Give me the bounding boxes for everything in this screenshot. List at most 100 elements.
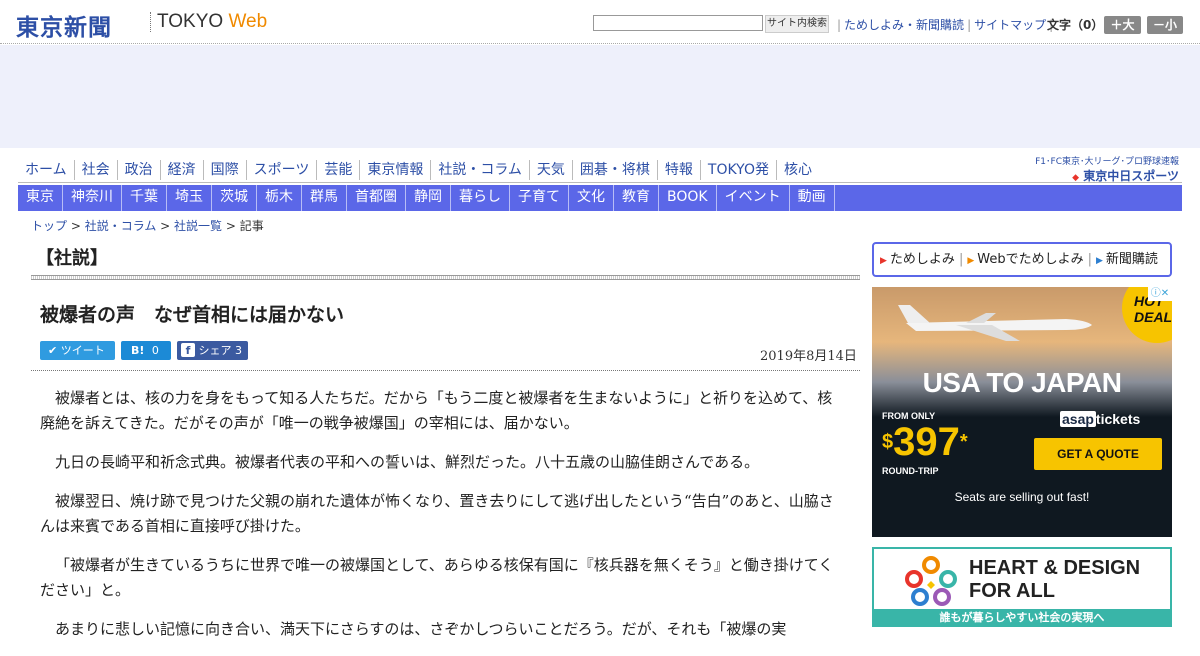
article-paragraph: 被爆翌日、焼け跡で見つけた父親の崩れた遺体が怖くなり、置き去りにして逃げ出したと… — [40, 492, 834, 535]
regional-nav-item[interactable]: 神奈川 — [63, 185, 122, 211]
headline-divider — [31, 370, 860, 371]
primary-nav-item[interactable]: ホーム — [18, 160, 74, 180]
divider: | — [967, 18, 972, 32]
section-title: 【社説】 — [36, 248, 108, 269]
regional-nav: 東京 神奈川 千葉 埼玉 茨城 栃木 群馬 首都圏 静岡 暮らし 子育て 文化 教育 BOOK イベント 動画 — [18, 185, 1182, 211]
ad-close-icon[interactable]: ⓘ✕ — [1148, 287, 1172, 301]
sitemap-link[interactable]: サイトマップ — [974, 18, 1046, 32]
chunichi-name: ◆ 東京中日スポーツ — [1027, 167, 1179, 184]
ad-headline: USA TO JAPAN — [922, 367, 1122, 398]
divider: | — [837, 18, 842, 32]
regional-nav-item[interactable]: 茨城 — [212, 185, 257, 211]
regional-nav-item[interactable]: 千葉 — [122, 185, 167, 211]
heart-design-line1: HEART & DESIGN — [969, 557, 1141, 579]
chunichi-mark-icon: ◆ — [1072, 173, 1080, 183]
ad-round-trip: ROUND-TRIP — [882, 466, 939, 476]
web-trial-read-link[interactable]: Webでためしよみ — [977, 252, 1083, 267]
breadcrumb-separator: > — [67, 219, 85, 233]
breadcrumb-editorial-list[interactable]: 社説一覧 — [174, 219, 222, 233]
facebook-f-icon: f — [181, 343, 195, 357]
site-logo[interactable]: 東京新聞 — [16, 8, 112, 42]
ad-footnote: Seats are selling out fast! — [954, 490, 1090, 504]
primary-nav-item[interactable]: 経済 — [159, 160, 203, 180]
font-smaller-button[interactable]: －小 — [1147, 16, 1183, 34]
subscribe-link[interactable]: 新聞購読 — [1106, 252, 1158, 267]
chunichi-sports-link[interactable]: F1･FC東京･大リーグ･プロ野球速報 ◆ 東京中日スポーツ — [1027, 154, 1179, 184]
heart-design-logo-icon — [905, 556, 957, 606]
primary-nav-item[interactable]: 囲碁・将棋 — [571, 160, 657, 180]
travel-ad[interactable]: HOT DEAL ⓘ✕ USA TO JAPAN FROM ONLY $397*… — [872, 287, 1172, 537]
logo-tokyo-text: TOKYO — [157, 11, 229, 32]
primary-nav-item[interactable]: 核心 — [775, 160, 819, 180]
tokyo-web-logo[interactable]: TOKYO Web — [157, 11, 267, 33]
primary-nav-item[interactable]: TOKYO発 — [699, 160, 776, 180]
ad-currency: $ — [882, 431, 894, 453]
breadcrumb-column[interactable]: 社説・コラム — [85, 219, 157, 233]
tweet-button[interactable]: ✔ ツイート — [40, 341, 115, 360]
primary-nav-item[interactable]: 政治 — [116, 160, 160, 180]
regional-nav-item[interactable]: 教育 — [614, 185, 659, 211]
article-paragraph: 被爆者とは、核の力を身をもって知る人たちだ。だから「もう二度と被爆者を生まないよ… — [40, 389, 833, 432]
trial-subscribe-link[interactable]: ためしよみ・新聞購読 — [844, 18, 964, 32]
twitter-bird-icon: ✔ — [48, 344, 58, 357]
airplane-icon — [898, 305, 1092, 341]
regional-nav-item[interactable]: 動画 — [790, 185, 835, 211]
ad-price: $397* — [882, 421, 968, 463]
heart-design-line2: FOR ALL — [969, 580, 1055, 602]
trial-read-link[interactable]: ためしよみ — [890, 252, 955, 267]
hatena-b-icon: B! — [131, 344, 145, 357]
header-links: | ためしよみ・新聞購読 | サイトマップ | — [834, 16, 1056, 33]
triangle-right-icon: ▶ — [1095, 256, 1103, 266]
regional-nav-item[interactable]: 埼玉 — [167, 185, 212, 211]
logo-divider — [150, 12, 151, 32]
regional-nav-item[interactable]: 子育て — [510, 185, 569, 211]
subscription-links: ▶ ためしよみ | ▶ Webでためしよみ | ▶ 新聞購読 — [872, 242, 1172, 277]
regional-nav-item[interactable]: 栃木 — [257, 185, 302, 211]
regional-nav-item[interactable]: イベント — [717, 185, 790, 211]
article-body: 被爆者とは、核の力を身をもって知る人たちだ。だから「もう二度と被爆者を生まないよ… — [40, 386, 845, 656]
heart-design-title: HEART & DESIGN FOR ALL — [969, 557, 1140, 603]
primary-nav-item[interactable]: スポーツ — [245, 160, 317, 180]
hatena-count: 0 — [151, 344, 159, 357]
primary-nav-item[interactable]: 特報 — [656, 160, 700, 180]
article-date: 2019年8月14日 — [760, 349, 857, 364]
regional-nav-item[interactable]: 暮らし — [451, 185, 510, 211]
heart-design-tagline: 誰もが暮らしやすい社会の実現へ — [874, 609, 1170, 625]
ad-asterisk: * — [959, 431, 968, 453]
heart-design-ad[interactable]: HEART & DESIGN FOR ALL 誰もが暮らしやすい社会の実現へ — [872, 547, 1172, 627]
ad-banner-area — [0, 45, 1200, 148]
breadcrumb: トップ > 社説・コラム > 社説一覧 > 記事 — [31, 217, 264, 234]
get-quote-button[interactable]: GET A QUOTE — [1034, 438, 1162, 470]
site-search-button[interactable]: サイト内検索 — [765, 15, 829, 33]
facebook-share-count: 3 — [235, 344, 242, 357]
divider: | — [958, 252, 964, 267]
primary-nav-item[interactable]: 社会 — [73, 160, 117, 180]
regional-nav-item[interactable]: 首都圏 — [347, 185, 406, 211]
site-header: 東京新聞 TOKYO Web サイト内検索 | ためしよみ・新聞購読 | サイトマップ… — [0, 0, 1200, 44]
article-paragraph: 九日の長崎平和祈念式典。被爆者代表の平和への誓いは、鮮烈だった。八十五歳の山脇佳… — [55, 453, 760, 471]
facebook-share-label: シェア — [198, 344, 232, 357]
primary-nav: ホーム 社会 政治 経済 国際 スポーツ 芸能 東京情報 社説・コラム 天気 囲碁・将棋 特報 TOKY… — [18, 160, 819, 182]
primary-nav-item[interactable]: 社説・コラム — [430, 160, 529, 180]
breadcrumb-top[interactable]: トップ — [31, 219, 67, 233]
primary-nav-item[interactable]: 東京情報 — [359, 160, 430, 180]
nav-divider — [18, 182, 1182, 183]
article-paragraph: 「被爆者が生きているうちに世界で唯一の被爆国として、あらゆる核保有国に『核兵器を… — [40, 556, 834, 599]
regional-nav-item[interactable]: 文化 — [569, 185, 614, 211]
hatena-bookmark-button[interactable]: B! 0 — [121, 341, 171, 360]
site-search-input[interactable] — [593, 15, 763, 31]
asap-brand: asap — [1060, 411, 1096, 427]
triangle-right-icon: ▶ — [880, 256, 887, 266]
primary-nav-item[interactable]: 国際 — [202, 160, 246, 180]
primary-nav-item[interactable]: 天気 — [528, 160, 572, 180]
regional-nav-item[interactable]: BOOK — [659, 185, 717, 211]
facebook-share-button[interactable]: f シェア 3 — [177, 341, 248, 360]
regional-nav-item[interactable]: 静岡 — [406, 185, 451, 211]
regional-nav-item[interactable]: 東京 — [18, 185, 63, 211]
primary-nav-item[interactable]: 芸能 — [316, 160, 359, 180]
font-larger-button[interactable]: ＋大 — [1104, 16, 1141, 34]
font-size-label: 文字（0） — [1047, 18, 1104, 32]
regional-nav-item[interactable]: 群馬 — [302, 185, 347, 211]
breadcrumb-current: 記事 — [239, 219, 264, 233]
logo-web-text: Web — [228, 11, 268, 32]
